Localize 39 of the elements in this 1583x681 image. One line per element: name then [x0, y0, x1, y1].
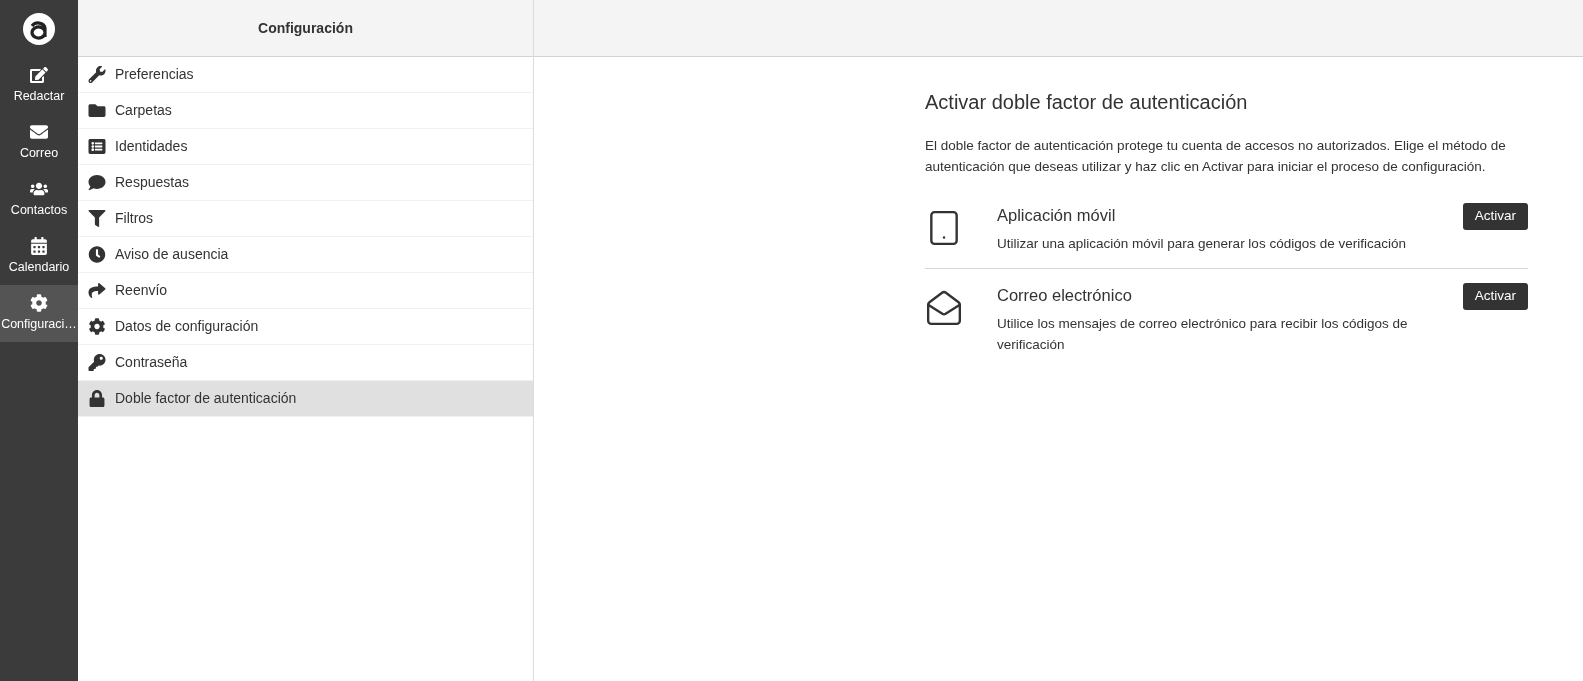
- settings-menu-item[interactable]: Respuestas: [78, 165, 533, 201]
- method-description: Utilice los mensajes de correo electrónico para recibir los códigos de verificación: [997, 314, 1409, 354]
- settings-menu-item[interactable]: Reenvío: [78, 273, 533, 309]
- key-icon: [88, 354, 106, 371]
- description-text: El doble factor de autenticación protege tu cuenta de accesos no autorizados. Elige el método de autenticación que deseas utilizar y haz clic en Activar para iniciar el proceso de configuración.: [925, 137, 1507, 176]
- filter-icon: [88, 210, 106, 227]
- nav-item[interactable]: Correo: [0, 114, 78, 171]
- settings-icon: [30, 293, 48, 312]
- forward-arrow-icon: [88, 282, 106, 299]
- folder-icon: [88, 102, 106, 119]
- nav-item[interactable]: Calendario: [0, 228, 78, 285]
- wrench-icon: [88, 66, 106, 83]
- edit-icon: [30, 65, 48, 84]
- settings-menu-item[interactable]: Doble factor de autenticación: [78, 381, 533, 417]
- page-title: Activar doble factor de autenticación: [925, 90, 1249, 115]
- settings-icon: [88, 318, 106, 335]
- settings-menu-item[interactable]: Datos de configuración: [78, 309, 533, 345]
- nav-item[interactable]: Contactos: [0, 171, 78, 228]
- calendar-icon: [30, 236, 48, 255]
- method-description: Utilizar una aplicación móvil para generar los códigos de verificación: [997, 234, 1407, 253]
- nav-item[interactable]: Redactar: [0, 57, 78, 114]
- settings-menu-item[interactable]: Aviso de ausencia: [78, 237, 533, 273]
- settings-menu-item[interactable]: Carpetas: [78, 93, 533, 129]
- logo-icon: [22, 11, 56, 46]
- nav-item[interactable]: Configuraci…: [0, 285, 78, 342]
- settings-menu-item[interactable]: Preferencias: [78, 57, 533, 93]
- method-title: Aplicación móvil: [997, 205, 1117, 226]
- activate-button[interactable]: Activar: [1462, 203, 1528, 230]
- panel-title: Configuración: [258, 18, 353, 38]
- settings-menu-item[interactable]: Filtros: [78, 201, 533, 237]
- settings-menu-item[interactable]: Identidades: [78, 129, 533, 165]
- activate-button[interactable]: Activar: [1462, 282, 1528, 310]
- method-title: Correo electrónico: [997, 284, 1133, 306]
- list-icon: [88, 138, 106, 155]
- clock-icon: [88, 246, 106, 263]
- envelope-icon: [30, 122, 48, 141]
- speech-bubble-icon: [88, 174, 106, 191]
- open-envelope-icon: [925, 288, 963, 327]
- lock-icon: [88, 390, 106, 407]
